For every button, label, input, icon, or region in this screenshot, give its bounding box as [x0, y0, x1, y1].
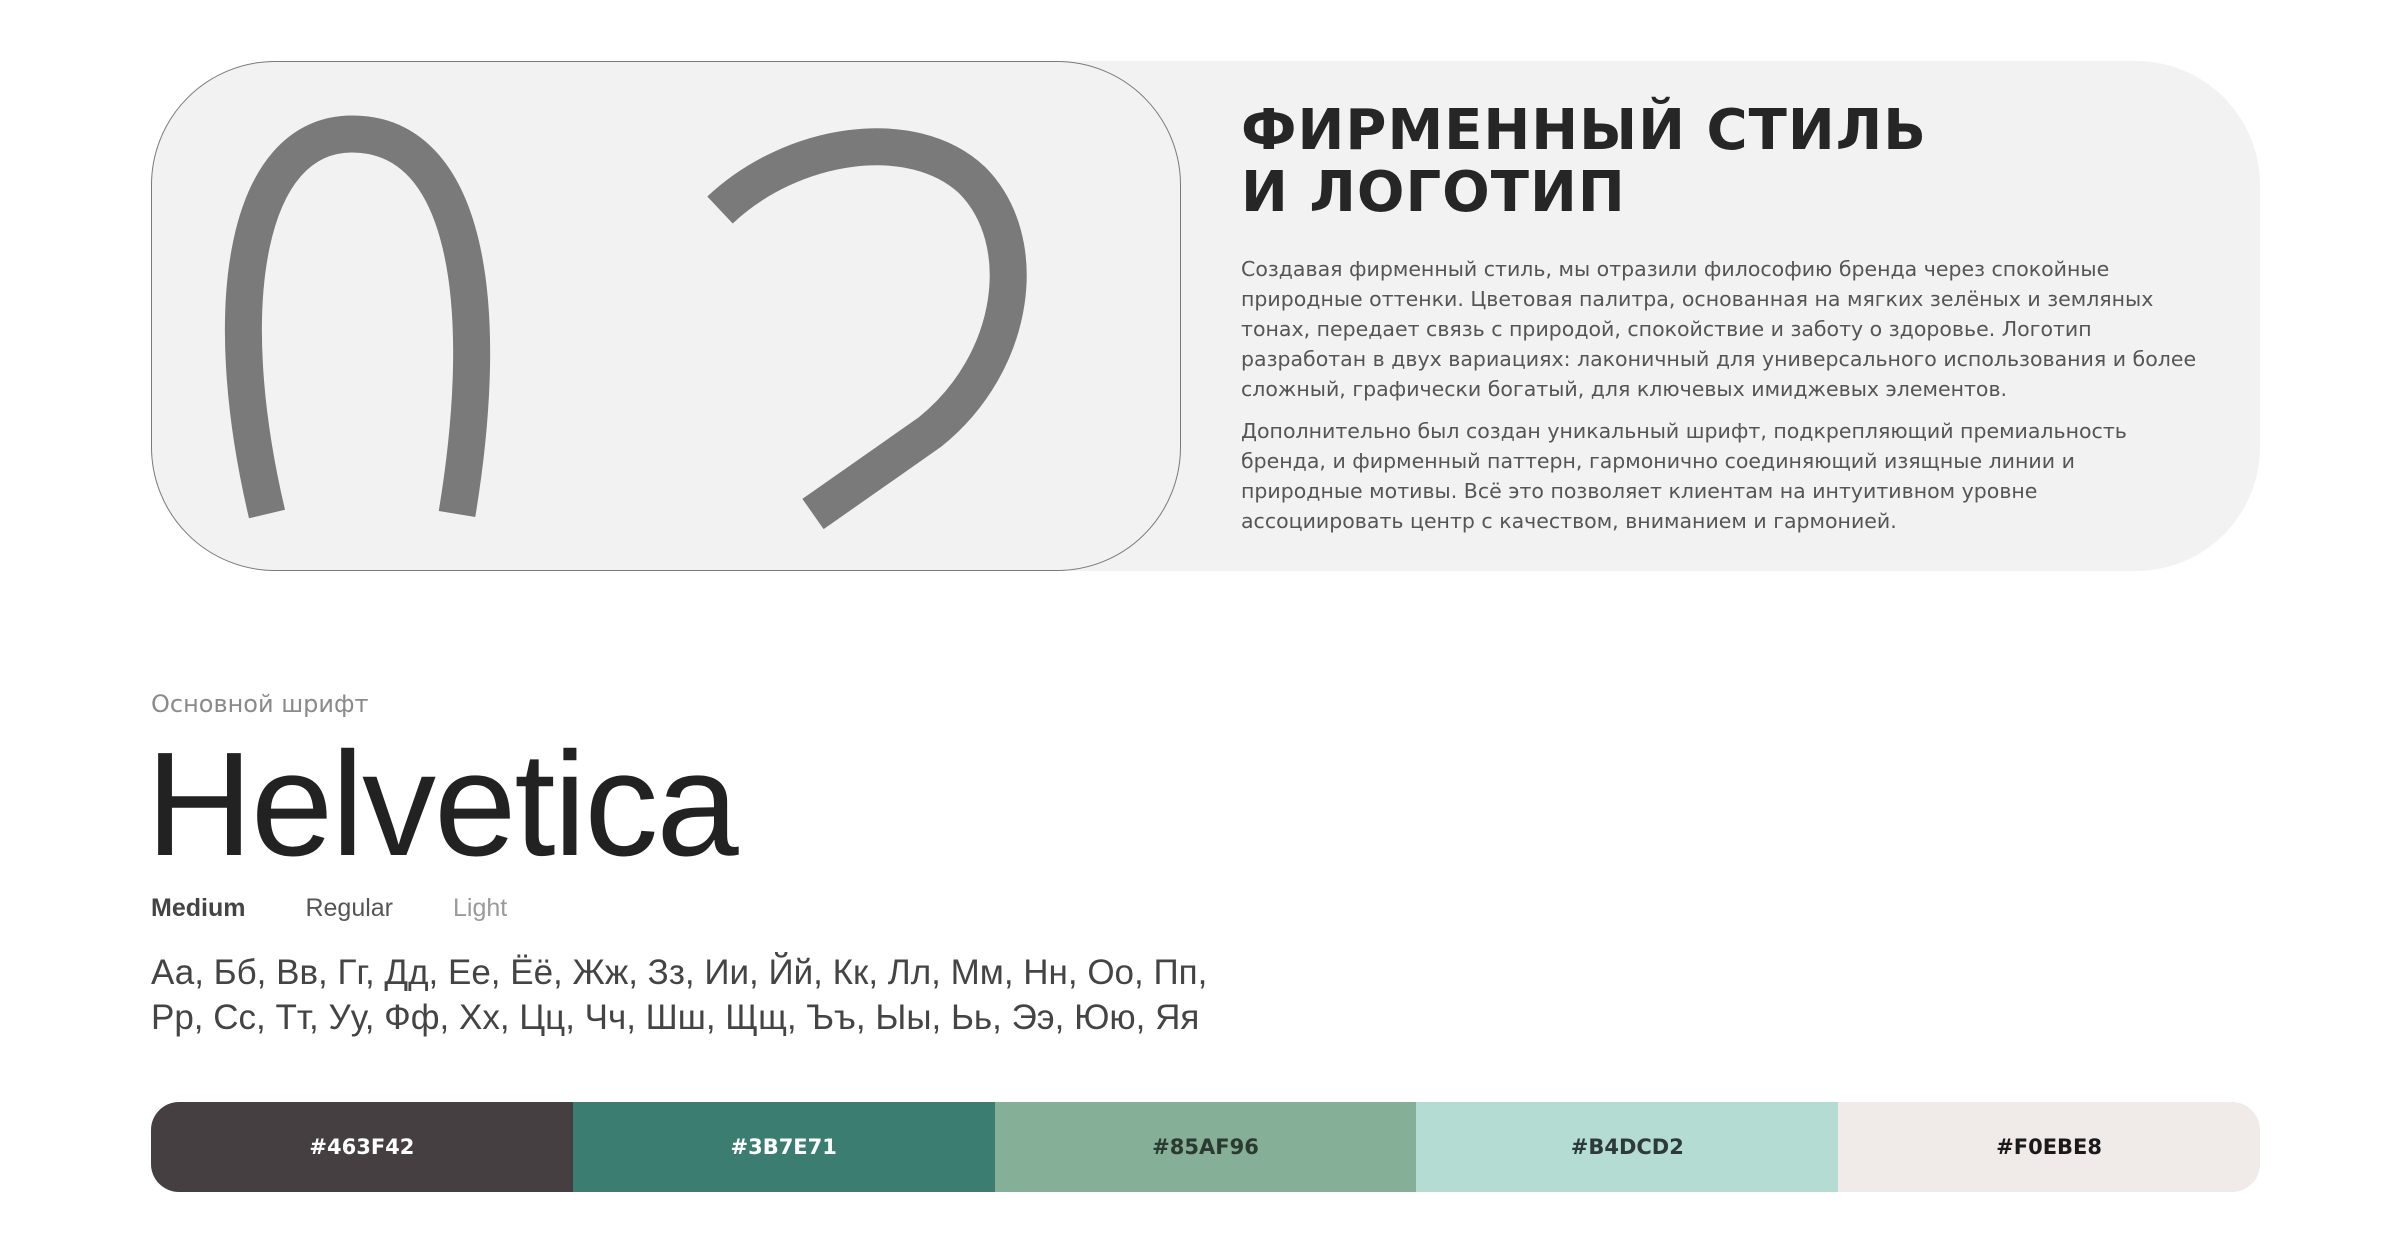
weight-regular: Regular — [305, 894, 394, 922]
color-swatch-1: #463F42 — [151, 1102, 573, 1192]
section-number-card: 02 — [151, 61, 1181, 571]
swatch-hex-label: #3B7E71 — [730, 1135, 837, 1159]
alphabet-sample: Аа, Бб, Вв, Гг, Дд, Ее, Ёё, Жж, Зз, Ии, … — [151, 950, 1207, 1040]
swatch-hex-label: #85AF96 — [1152, 1135, 1259, 1159]
alphabet-line-1: Аа, Бб, Вв, Гг, Дд, Ее, Ёё, Жж, Зз, Ии, … — [151, 953, 1208, 992]
section-number-graphic: 02 — [224, 115, 1027, 530]
primary-font-caption: Основной шрифт — [151, 690, 369, 718]
hero-text-block: ФИРМЕННЫЙ СТИЛЬ И ЛОГОТИП Создавая фирме… — [1241, 100, 2201, 548]
description-paragraph-2: Дополнительно был создан уникальный шриф… — [1241, 419, 2127, 533]
primary-font-name: Helvetica — [146, 722, 739, 887]
swatch-hex-label: #463F42 — [309, 1135, 415, 1159]
font-weights-list: Medium Regular Light — [151, 894, 507, 923]
numeral-zero-glyph — [224, 115, 491, 519]
section-title-line-1: ФИРМЕННЫЙ СТИЛЬ — [1241, 98, 1927, 163]
color-swatch-3: #85AF96 — [994, 1102, 1417, 1192]
color-swatch-5: #F0EBE8 — [1838, 1102, 2260, 1192]
alphabet-line-2: Рр, Сс, Тт, Уу, Фф, Хх, Цц, Чч, Шш, Щщ, … — [151, 998, 1200, 1037]
weight-medium: Medium — [151, 894, 246, 922]
section-title-line-2: И ЛОГОТИП — [1241, 160, 1626, 225]
color-swatch-2: #3B7E71 — [572, 1102, 995, 1192]
color-palette: #463F42 #3B7E71 #85AF96 #B4DCD2 #F0EBE8 — [151, 1102, 2260, 1192]
description-paragraph-1: Создавая фирменный стиль, мы отразили фи… — [1241, 257, 2197, 401]
swatch-hex-label: #B4DCD2 — [1570, 1135, 1684, 1159]
swatch-hex-label: #F0EBE8 — [1996, 1135, 2103, 1159]
color-swatch-4: #B4DCD2 — [1416, 1102, 1839, 1192]
section-title: ФИРМЕННЫЙ СТИЛЬ И ЛОГОТИП — [1241, 100, 2201, 224]
numeral-two-glyph — [707, 128, 1027, 530]
weight-light: Light — [453, 894, 508, 922]
